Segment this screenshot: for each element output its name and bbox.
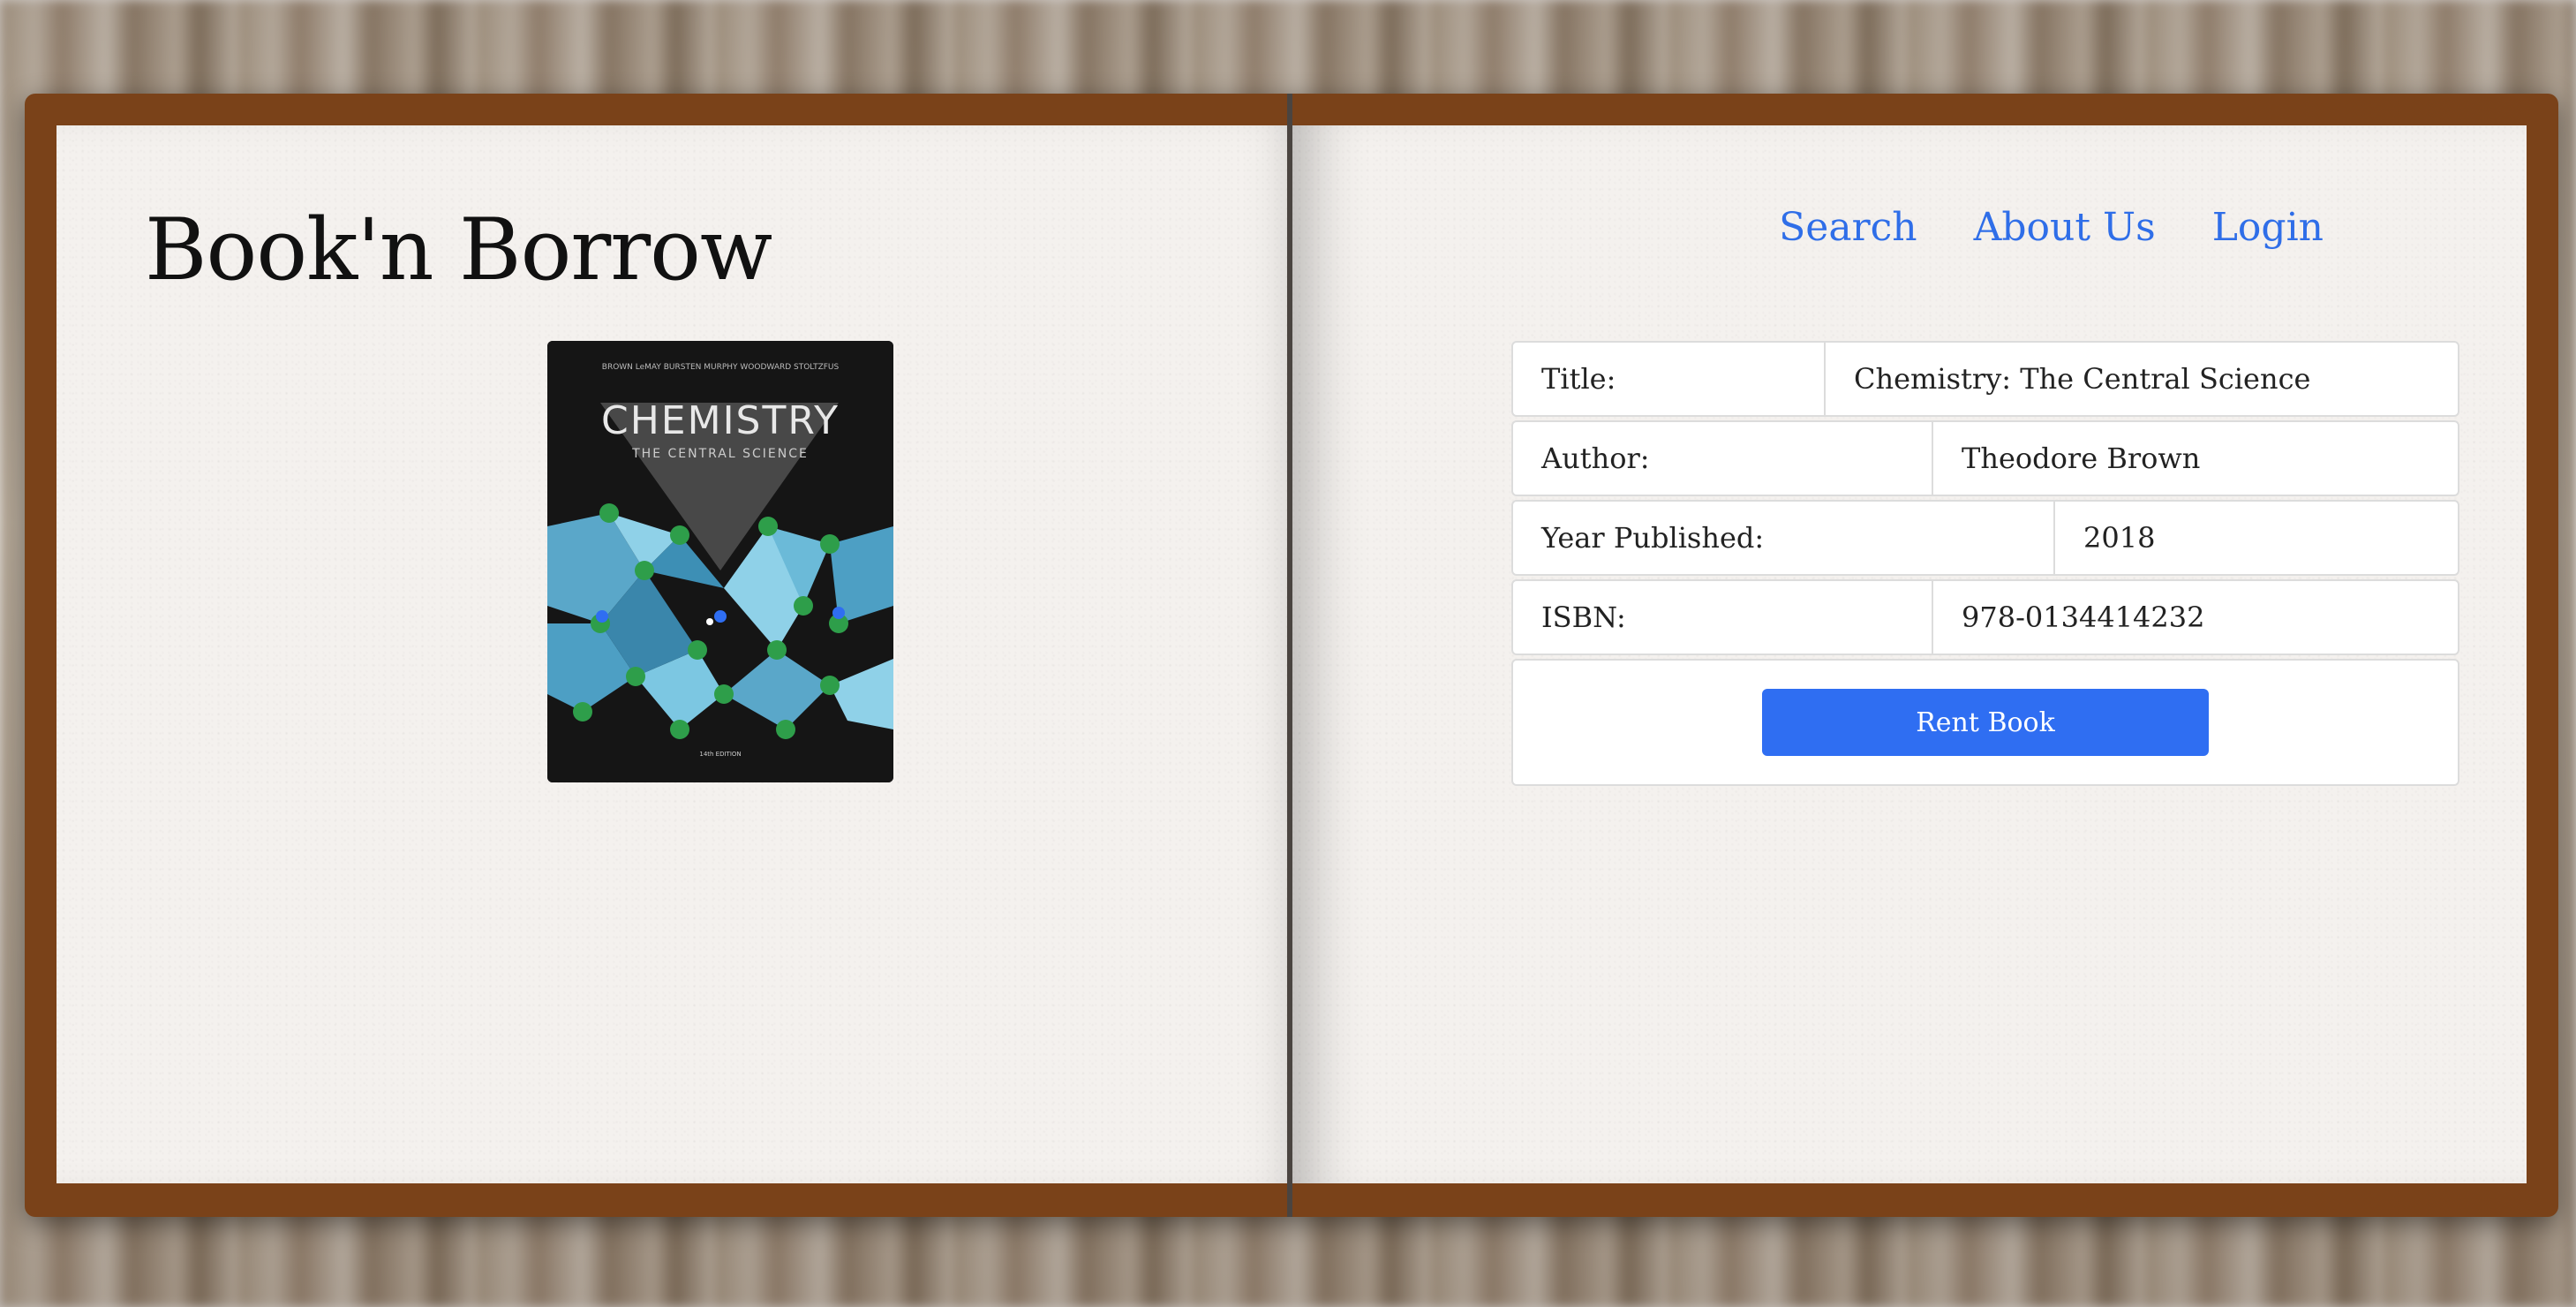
isbn-label: ISBN: [1513, 581, 1933, 654]
detail-row-year: Year Published: 2018 [1511, 500, 2459, 576]
author-value: Theodore Brown [1962, 442, 2201, 475]
left-page: Book'n Borrow BROWN LeMAY BURSTEN MURPHY… [56, 125, 1317, 1183]
book-cover-art: BROWN LeMAY BURSTEN MURPHY WOODWARD STOL… [547, 341, 893, 782]
site-logo[interactable]: Book'n Borrow [145, 200, 772, 299]
year-label: Year Published: [1513, 502, 2055, 574]
book-details-table: Title: Chemistry: The Central Science Au… [1511, 341, 2459, 786]
cover-authors: BROWN LeMAY BURSTEN MURPHY WOODWARD STOL… [602, 363, 840, 372]
title-label: Title: [1513, 343, 1826, 415]
nav-login-link[interactable]: Login [2212, 205, 2324, 250]
detail-row-isbn: ISBN: 978-0134414232 [1511, 579, 2459, 655]
rent-book-button[interactable]: Rent Book [1762, 689, 2209, 756]
nav-about-link[interactable]: About Us [1974, 205, 2156, 250]
main-nav: Search About Us Login [1779, 205, 2324, 250]
author-label: Author: [1513, 422, 1933, 495]
cover-subtitle: THE CENTRAL SCIENCE [631, 447, 809, 461]
title-value: Chemistry: The Central Science [1854, 362, 2311, 396]
isbn-value: 978-0134414232 [1962, 601, 2205, 634]
detail-row-title: Title: Chemistry: The Central Science [1511, 341, 2459, 417]
rent-actions: Rent Book [1511, 659, 2459, 786]
detail-row-author: Author: Theodore Brown [1511, 420, 2459, 496]
nav-search-link[interactable]: Search [1779, 205, 1917, 250]
year-value: 2018 [2083, 521, 2156, 555]
book-frame: Book'n Borrow BROWN LeMAY BURSTEN MURPHY… [25, 94, 2558, 1217]
cover-title: CHEMISTRY [601, 398, 840, 443]
book-cover-image: BROWN LeMAY BURSTEN MURPHY WOODWARD STOL… [547, 341, 893, 782]
cover-edition: 14th EDITION [699, 751, 741, 758]
right-page: Search About Us Login Title: Chemistry: … [1292, 125, 2527, 1183]
